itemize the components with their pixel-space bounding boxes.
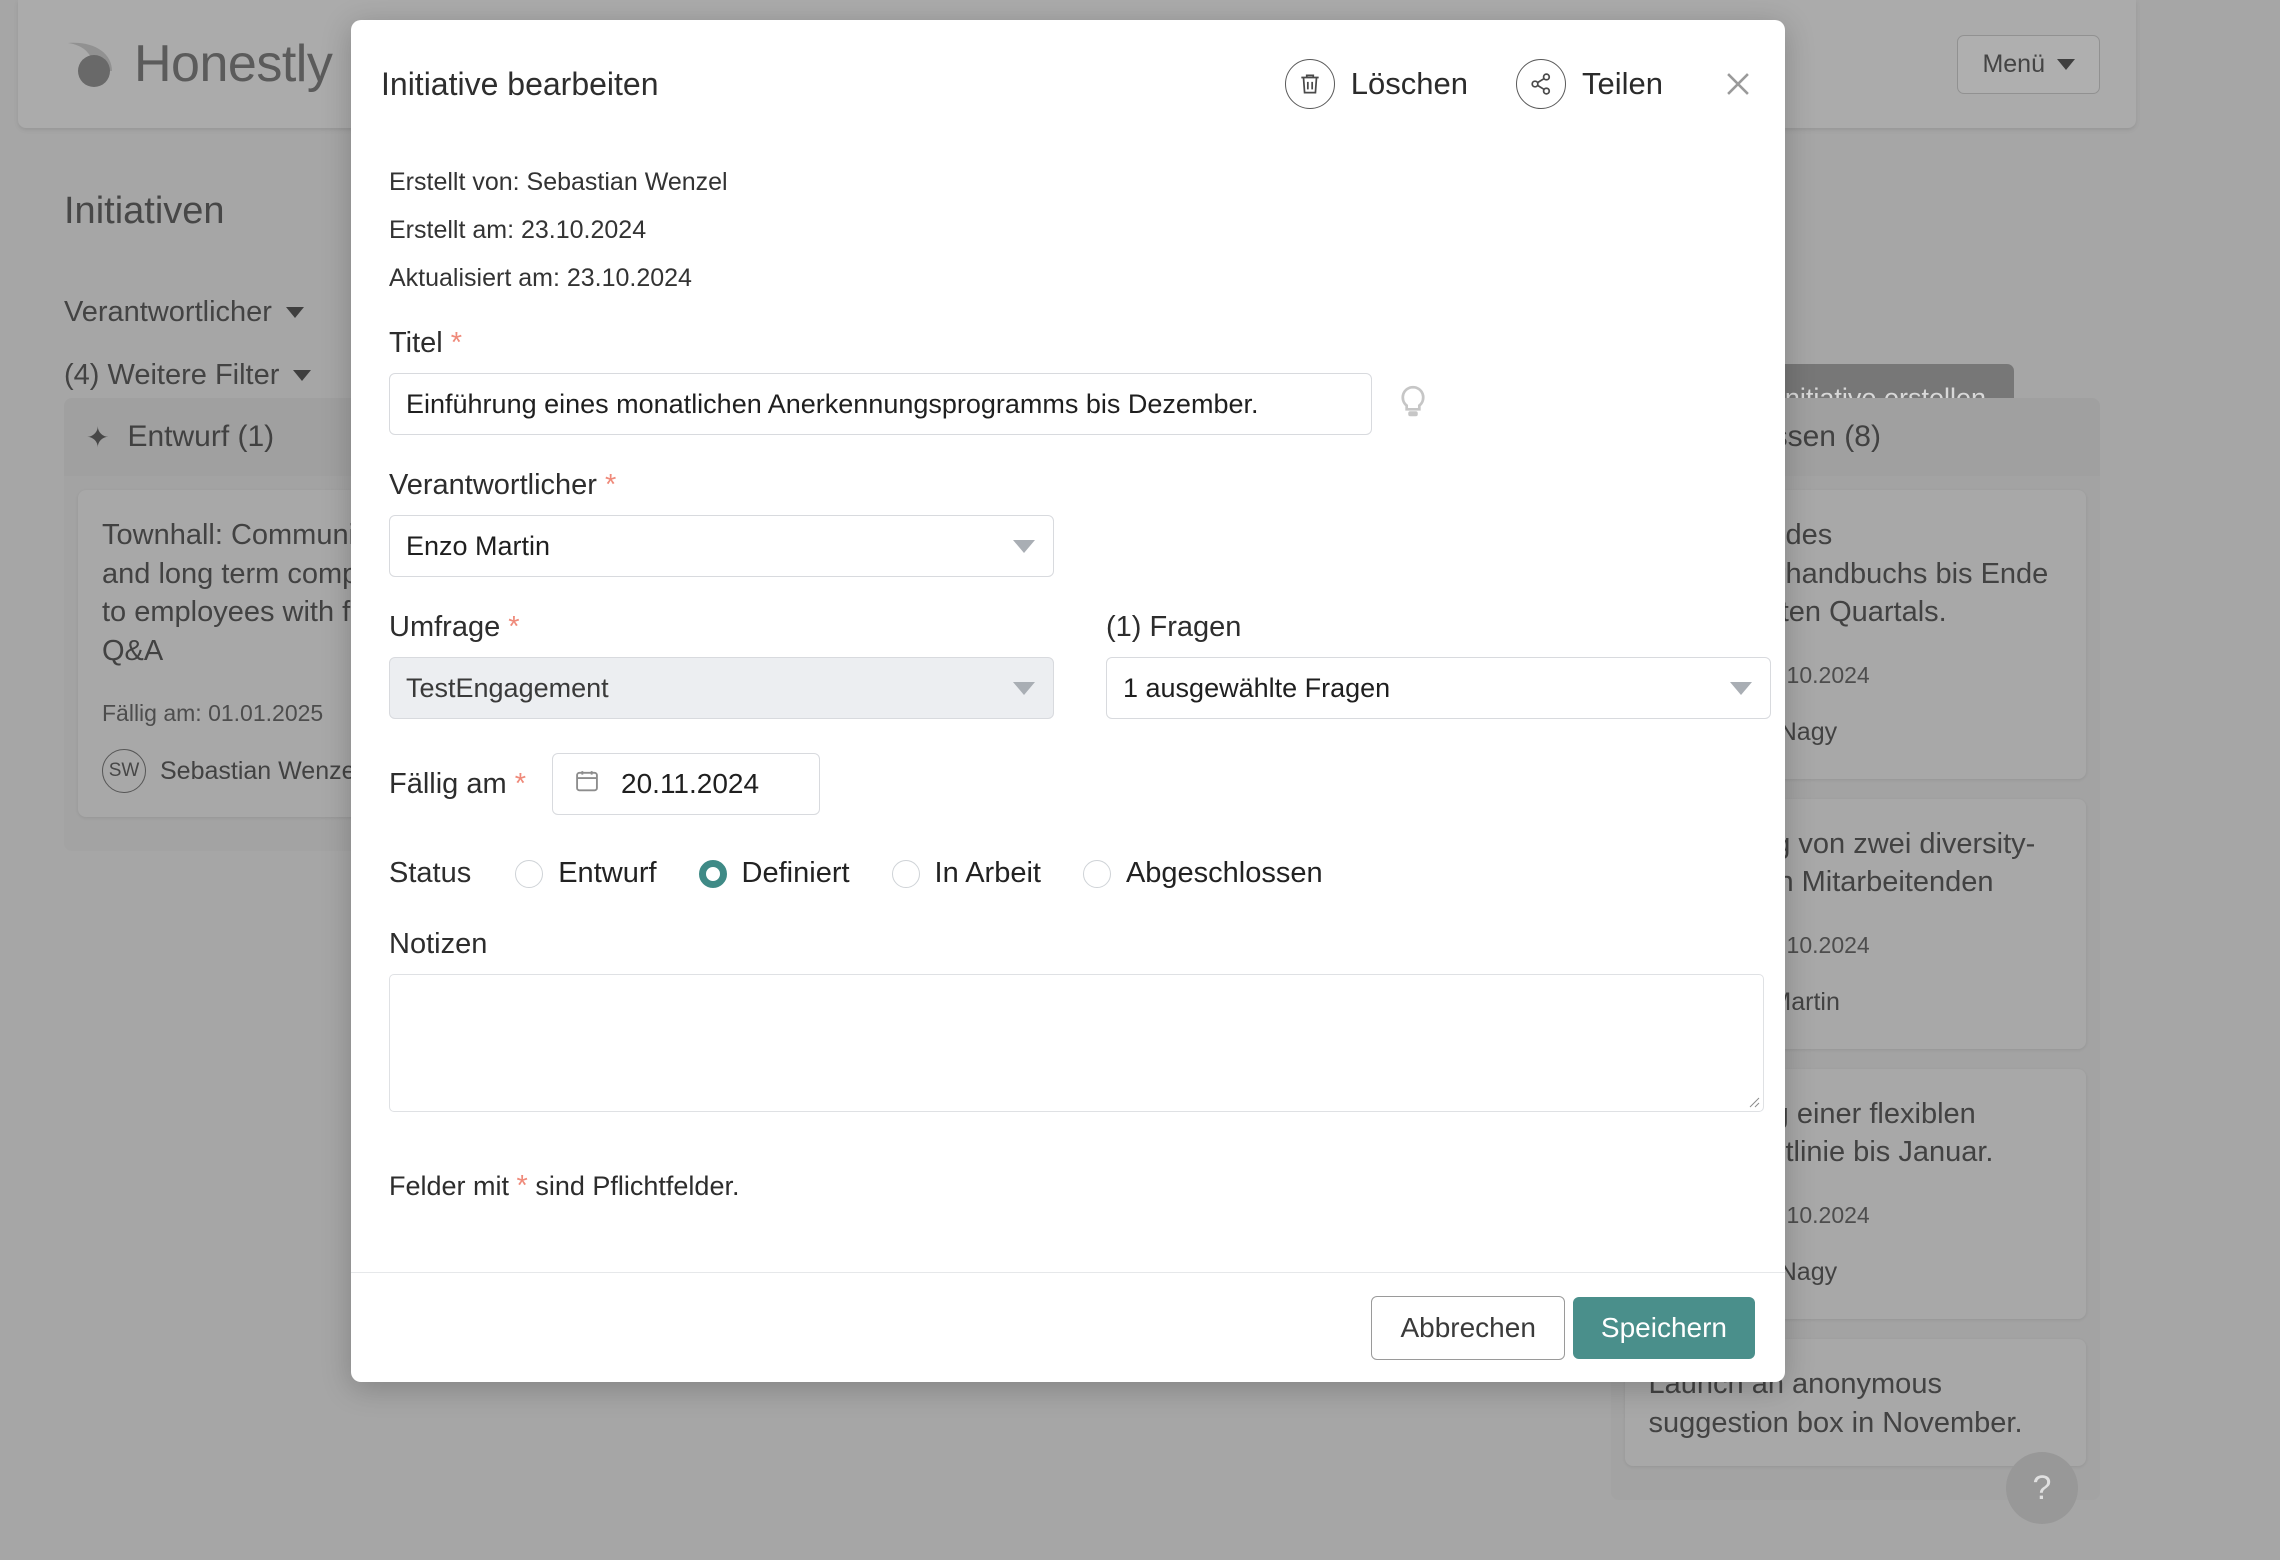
delete-button[interactable]: Löschen [1285,59,1468,109]
card-owner-name: Sebastian Wenzel [160,757,361,786]
dialog-header: Initiative bearbeiten Löschen Teilen [351,20,1785,148]
title-label-text: Titel [389,327,443,359]
brand: Honestly [64,34,332,94]
column-header-label: Entwurf (1) [127,420,274,454]
survey-label-text: Umfrage [389,611,500,643]
radio-icon [515,860,543,888]
created-by-text: Erstellt von: Sebastian Wenzel [389,168,1747,197]
lightbulb-icon[interactable] [1394,381,1434,427]
survey-questions-row: Umfrage * TestEngagement (1) Fragen 1 au… [389,577,1747,719]
chevron-down-icon [2057,59,2075,70]
edit-initiative-dialog: Initiative bearbeiten Löschen Teilen [351,20,1785,1382]
magic-wand-icon: ✦ [86,421,109,454]
share-button-label: Teilen [1582,66,1663,102]
required-note-suffix: sind Pflichtfelder. [535,1171,739,1201]
chevron-down-icon [1730,682,1752,695]
status-option-label: In Arbeit [935,857,1041,890]
radio-icon [892,860,920,888]
questions-field-label: (1) Fragen [1106,611,1771,644]
calendar-icon [573,767,601,802]
required-note-prefix: Felder mit [389,1171,509,1201]
notes-textarea[interactable] [389,974,1764,1112]
due-date-input[interactable]: 20.11.2024 [552,753,820,815]
chevron-down-icon [1013,682,1035,695]
filter-more[interactable]: (4) Weitere Filter [64,359,311,392]
chevron-down-icon [286,307,304,318]
title-field-label: Titel * [389,327,1747,360]
radio-icon [1083,860,1111,888]
dialog-footer: Abbrechen Speichern [351,1272,1785,1382]
due-date-value: 20.11.2024 [621,768,759,800]
status-label: Status [389,857,471,890]
owner-select[interactable]: Enzo Martin [389,515,1054,577]
updated-at-text: Aktualisiert am: 23.10.2024 [389,264,1747,293]
menu-button[interactable]: Menü [1957,35,2100,94]
page-title: Initiativen [64,190,225,233]
status-option-label: Definiert [742,857,850,890]
created-at-text: Erstellt am: 23.10.2024 [389,216,1747,245]
survey-select-value: TestEngagement [406,673,609,704]
due-date-label: Fällig am * [389,768,526,801]
survey-field-label: Umfrage * [389,611,1054,644]
trash-icon [1285,59,1335,109]
dialog-body: Erstellt von: Sebastian Wenzel Erstellt … [351,148,1785,1272]
questions-select-value: 1 ausgewählte Fragen [1123,673,1390,704]
resize-grip-icon[interactable] [1746,1094,1760,1108]
required-asterisk: * [451,327,462,359]
share-button[interactable]: Teilen [1516,59,1663,109]
share-icon [1516,59,1566,109]
chevron-down-icon [293,370,311,381]
status-option-definiert[interactable]: Definiert [699,857,850,890]
survey-field: Umfrage * TestEngagement [389,577,1054,719]
title-input[interactable]: Einführung eines monatlichen Anerkennung… [389,373,1372,435]
owner-select-value: Enzo Martin [406,531,550,562]
due-date-row: Fällig am * 20.11.2024 [389,753,1747,815]
filter-more-label: (4) Weitere Filter [64,359,279,392]
questions-field: (1) Fragen 1 ausgewählte Fragen [1106,577,1771,719]
survey-select[interactable]: TestEngagement [389,657,1054,719]
dialog-title: Initiative bearbeiten [381,66,1285,103]
chevron-down-icon [1013,540,1035,553]
owner-label-text: Verantwortlicher [389,469,597,501]
save-button[interactable]: Speichern [1573,1297,1755,1359]
questions-select[interactable]: 1 ausgewählte Fragen [1106,657,1771,719]
avatar: SW [102,749,146,793]
status-option-entwurf[interactable]: Entwurf [515,857,656,890]
status-row: Status Entwurf Definiert In Arbeit Abges… [389,857,1747,890]
menu-button-label: Menü [1982,50,2045,79]
brand-name: Honestly [134,34,332,94]
required-asterisk: * [517,1170,528,1202]
cancel-button[interactable]: Abbrechen [1371,1296,1564,1360]
radio-icon-selected [699,860,727,888]
close-icon[interactable] [1715,61,1761,107]
status-option-label: Entwurf [558,857,656,890]
help-button[interactable]: ? [2006,1452,2078,1524]
notes-label: Notizen [389,928,1747,961]
required-fields-note: Felder mit * sind Pflichtfelder. [389,1170,1747,1203]
question-mark-icon: ? [2033,1469,2052,1508]
title-row: Einführung eines monatlichen Anerkennung… [389,373,1747,435]
filter-owner[interactable]: Verantwortlicher [64,296,311,329]
delete-button-label: Löschen [1351,66,1468,102]
status-option-label: Abgeschlossen [1126,857,1323,890]
status-option-abgeschlossen[interactable]: Abgeschlossen [1083,857,1323,890]
required-asterisk: * [508,611,519,643]
owner-field-label: Verantwortlicher * [389,469,1747,502]
due-date-label-text: Fällig am [389,768,507,800]
status-option-in-arbeit[interactable]: In Arbeit [892,857,1041,890]
honestly-logo-icon [64,37,118,91]
required-asterisk: * [515,768,526,800]
filter-owner-label: Verantwortlicher [64,296,272,329]
required-asterisk: * [605,469,616,501]
